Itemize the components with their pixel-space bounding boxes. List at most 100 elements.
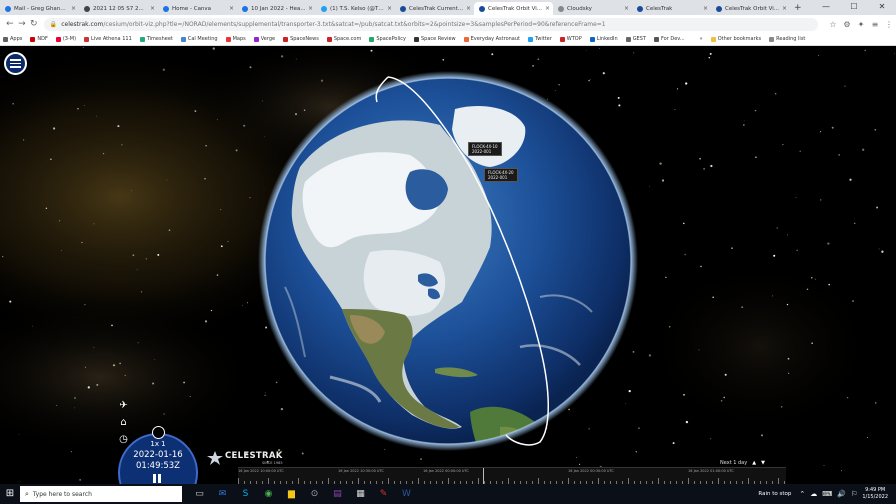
back-arrow-icon[interactable]: ← <box>4 19 16 29</box>
keyboard-icon[interactable]: ⌨ <box>822 490 832 498</box>
file-explorer-icon[interactable]: ▆ <box>280 484 303 504</box>
weather-text[interactable]: Rain to stop <box>758 491 791 497</box>
tray-expand-icon[interactable]: ⌃ <box>799 490 805 498</box>
browser-tab[interactable]: CelesTrak Current... × <box>395 2 474 15</box>
browser-tab[interactable]: CelesTrak Orbit Vi... × <box>711 2 790 15</box>
settings-icon[interactable]: ⚙ <box>840 20 854 29</box>
bookmark-item[interactable]: Twitter <box>528 36 552 42</box>
step-down-icon[interactable]: ▼ <box>761 460 765 466</box>
timeline-range[interactable]: Next 1 day <box>720 460 747 466</box>
media-icon[interactable]: ⊙ <box>303 484 326 504</box>
system-clock[interactable]: 9:49 PM 1/15/2022 <box>862 487 888 501</box>
reload-icon[interactable]: ↻ <box>28 19 40 29</box>
new-tab-button[interactable]: + <box>794 2 802 15</box>
close-window-icon[interactable]: ✕ <box>868 0 896 15</box>
skype-icon[interactable]: S <box>234 484 257 504</box>
photos-icon[interactable]: ▤ <box>326 484 349 504</box>
browser-tab[interactable]: 10 Jan 2022 - Hea... × <box>237 2 316 15</box>
bookmark-item[interactable]: Cal Meeting <box>180 36 218 42</box>
tab-close-icon[interactable]: × <box>229 5 234 12</box>
reading-list-icon[interactable]: ≡ <box>868 20 882 29</box>
bookmark-item[interactable]: Everyday Astronaut <box>463 36 520 42</box>
star <box>806 288 809 290</box>
bookmark-item[interactable]: GEST <box>625 36 646 42</box>
browser-tab[interactable]: Mail - Greg Ghanem × <box>0 2 79 15</box>
bookmark-favicon-icon <box>625 36 631 42</box>
chrome-icon[interactable]: ◉ <box>257 484 280 504</box>
bookmark-item[interactable]: » <box>692 36 703 42</box>
minimize-icon[interactable]: — <box>812 0 840 15</box>
bookmark-item[interactable]: Maps <box>225 36 246 42</box>
tab-close-icon[interactable]: × <box>782 5 787 12</box>
bookmark-star-icon[interactable]: ☆ <box>826 20 840 29</box>
extensions-icon[interactable]: ✦ <box>854 20 868 29</box>
star <box>674 109 676 111</box>
onedrive-icon[interactable]: ☁ <box>810 490 817 498</box>
timeline-tick-label: 16 Jan 2022 00:00:00 UTC <box>423 469 469 473</box>
taskbar-search[interactable]: ⌕ Type here to search <box>20 486 182 502</box>
satellite-icon[interactable]: ✈ <box>117 399 130 412</box>
bookmark-item[interactable]: Reading list <box>769 36 805 42</box>
home-icon[interactable]: ⌂ <box>117 416 130 429</box>
star <box>554 90 556 91</box>
satellite-id: 2022-001 <box>472 149 492 154</box>
pause-button[interactable] <box>153 474 162 483</box>
tab-close-icon[interactable]: × <box>545 5 550 12</box>
star <box>846 397 849 399</box>
maximize-icon[interactable]: ☐ <box>840 0 868 15</box>
mail-icon[interactable]: ✉ <box>211 484 234 504</box>
tab-close-icon[interactable]: × <box>624 5 629 12</box>
forward-arrow-icon[interactable]: → <box>16 19 28 29</box>
tab-close-icon[interactable]: × <box>150 5 155 12</box>
browser-tab[interactable]: CelesTrak Orbit Vi... × <box>474 2 553 15</box>
bookmark-item[interactable]: SpacePolicy <box>369 36 406 42</box>
star <box>420 458 422 461</box>
bookmark-item[interactable]: WTOP <box>559 36 582 42</box>
browser-tab[interactable]: CelesTrak × <box>632 2 711 15</box>
editor-icon[interactable]: ✎ <box>372 484 395 504</box>
windows-start-icon[interactable]: ⊞ <box>0 484 20 504</box>
browser-tab[interactable]: Cloudsky × <box>553 2 632 15</box>
bookmark-item[interactable]: Space Review <box>413 36 456 42</box>
bookmark-item[interactable]: (3-M) <box>55 36 76 42</box>
timeline-bar[interactable]: 16 Jan 2022 10:00:00 UTC 16 Jan 2022 10:3… <box>238 467 786 484</box>
more-menu-icon[interactable]: ⋮ <box>882 20 896 29</box>
star <box>87 386 90 389</box>
star <box>102 152 105 155</box>
satellite-label[interactable]: FLOCK-4X-10 2022-001 <box>468 142 502 156</box>
step-up-icon[interactable]: ▲ <box>752 460 756 466</box>
browser-tab[interactable]: 2021 12 05 S7 2... × <box>79 2 158 15</box>
url-bar[interactable]: 🔒 celestrak.com/cesium/orbit-viz.php?tle… <box>43 17 818 31</box>
tab-strip: Mail - Greg Ghanem × 2021 12 05 S7 2... × Ho… <box>0 0 896 15</box>
tab-close-icon[interactable]: × <box>387 5 392 12</box>
bookmark-item[interactable]: LinkedIn <box>589 36 618 42</box>
timeline-tick-label: 16 Jan 2022 01:00:00 UTC <box>688 469 734 473</box>
bookmark-item[interactable]: Verge <box>253 36 275 42</box>
satellite-label[interactable]: FLOCK-4X-20 2022-001 <box>484 168 518 182</box>
task-view-icon[interactable]: ▭ <box>188 484 211 504</box>
tab-close-icon[interactable]: × <box>703 5 708 12</box>
bookmark-item[interactable]: For Dev... <box>653 36 685 42</box>
speed-knob[interactable] <box>152 426 165 439</box>
word-icon[interactable]: W <box>395 484 418 504</box>
bookmark-item[interactable]: Timesheet <box>139 36 173 42</box>
tab-close-icon[interactable]: × <box>308 5 313 12</box>
bookmark-item[interactable]: Other bookmarks <box>710 36 761 42</box>
calculator-icon[interactable]: ▦ <box>349 484 372 504</box>
bookmark-item[interactable]: SpaceNews <box>283 36 319 42</box>
hamburger-menu-button[interactable] <box>4 52 27 75</box>
browser-tab[interactable]: (1) T.S. Kelso (@TS... × <box>316 2 395 15</box>
bookmark-item[interactable]: Space.com <box>326 36 361 42</box>
volume-icon[interactable]: 🔊 <box>837 490 846 498</box>
bookmark-item[interactable]: NDF <box>30 36 48 42</box>
tab-close-icon[interactable]: × <box>71 5 76 12</box>
globe-scene[interactable] <box>0 47 896 484</box>
star <box>703 168 705 170</box>
star <box>264 136 266 138</box>
notification-icon[interactable]: ⚐ <box>851 490 857 498</box>
tab-close-icon[interactable]: × <box>466 5 471 12</box>
browser-tab[interactable]: Home - Canva × <box>158 2 237 15</box>
cesium-viewport[interactable]: FLOCK-4X-10 2022-001 FLOCK-4X-20 2022-00… <box>0 47 896 484</box>
bookmark-item[interactable]: Live Athena 111 <box>84 36 132 42</box>
bookmark-item[interactable]: Apps <box>3 36 22 42</box>
